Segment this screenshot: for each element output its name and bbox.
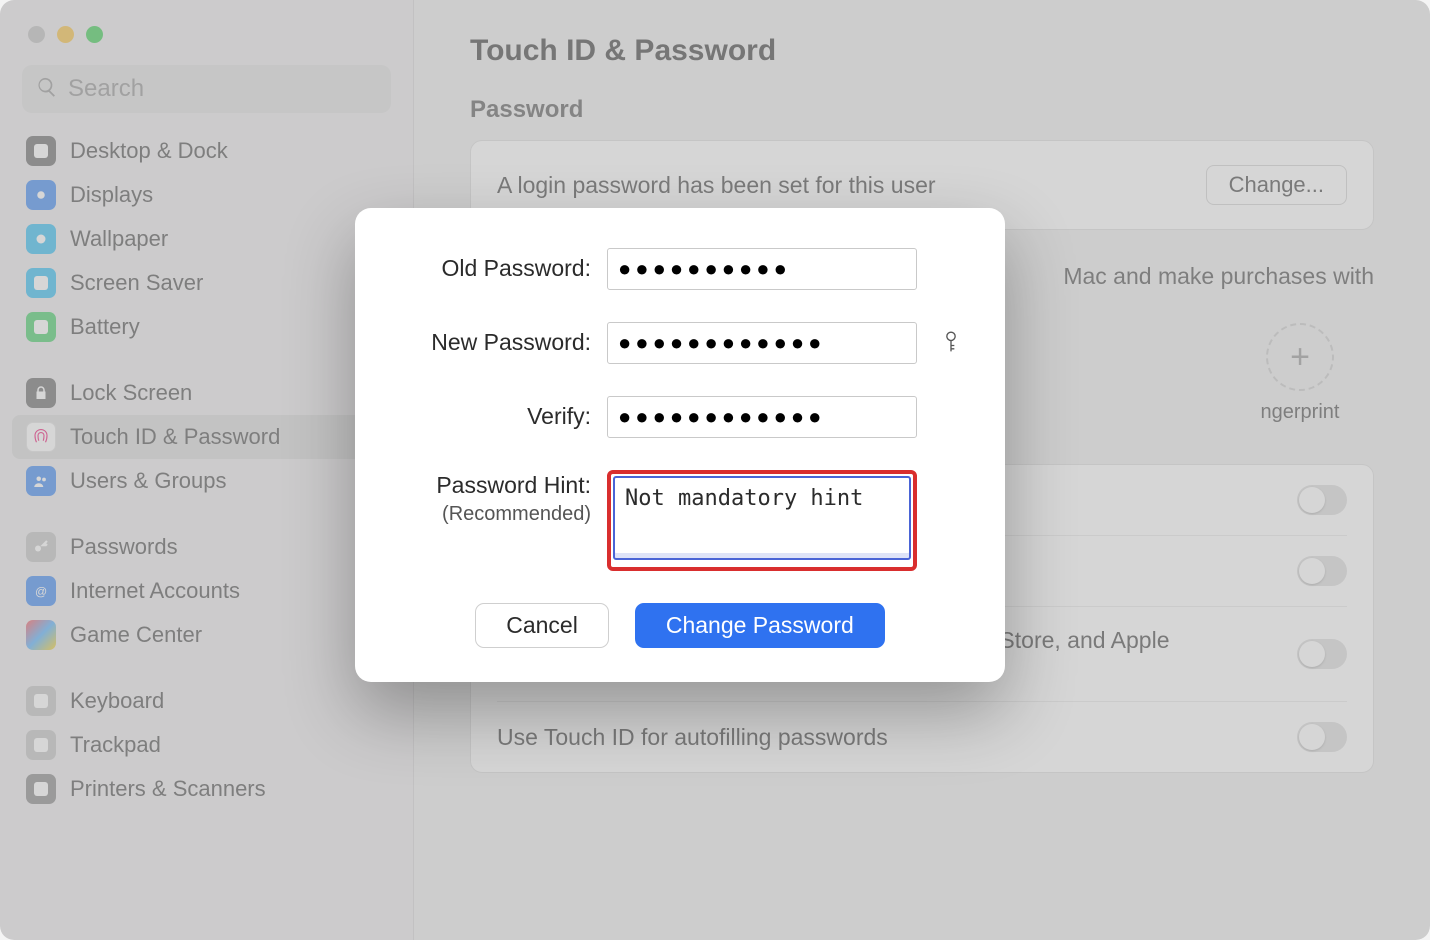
settings-window: Desktop & Dock Displays Wallpaper Screen… xyxy=(0,0,1430,940)
password-hint-input[interactable] xyxy=(613,476,911,560)
change-password-dialog: Old Password: New Password: Verify: Pass… xyxy=(355,208,1005,682)
old-password-input[interactable] xyxy=(607,248,917,290)
password-hint-label: Password Hint: (Recommended) xyxy=(391,470,591,528)
new-password-label: New Password: xyxy=(391,327,591,358)
password-hint-highlight xyxy=(607,470,917,571)
verify-password-label: Verify: xyxy=(391,401,591,432)
change-password-confirm-button[interactable]: Change Password xyxy=(635,603,885,648)
old-password-label: Old Password: xyxy=(391,253,591,284)
cancel-button[interactable]: Cancel xyxy=(475,603,609,648)
new-password-input[interactable] xyxy=(607,322,917,364)
password-hint-sublabel: (Recommended) xyxy=(391,501,591,528)
password-key-icon[interactable] xyxy=(933,329,969,357)
verify-password-input[interactable] xyxy=(607,396,917,438)
